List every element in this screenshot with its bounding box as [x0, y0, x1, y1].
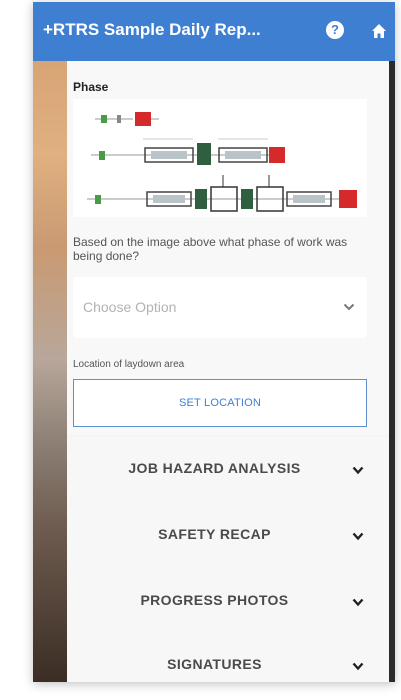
location-label: Location of laydown area	[73, 359, 185, 370]
chevron-down-icon	[352, 662, 364, 671]
chevron-down-icon	[352, 466, 364, 475]
select-placeholder: Choose Option	[83, 299, 177, 315]
section-safety-recap[interactable]: SAFETY RECAP	[67, 502, 389, 568]
section-progress-photos[interactable]: PROGRESS PHOTOS	[67, 568, 389, 634]
phase-card: Phase Based on the image above what phas…	[67, 61, 389, 435]
home-icon[interactable]	[371, 23, 387, 39]
chevron-down-icon	[352, 598, 364, 607]
section-label: SAFETY RECAP	[158, 526, 271, 542]
phase-diagram-image	[73, 99, 367, 217]
phase-select[interactable]: Choose Option	[73, 277, 367, 338]
set-location-button[interactable]: SET LOCATION	[73, 379, 367, 427]
app-header: +RTRS Sample Daily Rep... ?	[33, 2, 395, 61]
background-photo	[33, 61, 67, 682]
chevron-down-icon	[352, 532, 364, 541]
section-label: PROGRESS PHOTOS	[140, 592, 289, 608]
phase-question: Based on the image above what phase of w…	[73, 235, 348, 263]
question-circle-icon[interactable]: ?	[326, 21, 344, 39]
section-label: SIGNATURES	[167, 656, 262, 672]
app-screen: +RTRS Sample Daily Rep... ? Phase Based …	[33, 2, 395, 682]
chevron-down-icon	[343, 303, 355, 311]
report-title: +RTRS Sample Daily Rep...	[43, 20, 261, 39]
background-edge	[389, 61, 395, 682]
section-signatures[interactable]: SIGNATURES	[67, 632, 389, 682]
section-label: JOB HAZARD ANALYSIS	[128, 460, 301, 476]
phase-label: Phase	[73, 80, 109, 94]
section-job-hazard-analysis[interactable]: JOB HAZARD ANALYSIS	[67, 436, 389, 502]
